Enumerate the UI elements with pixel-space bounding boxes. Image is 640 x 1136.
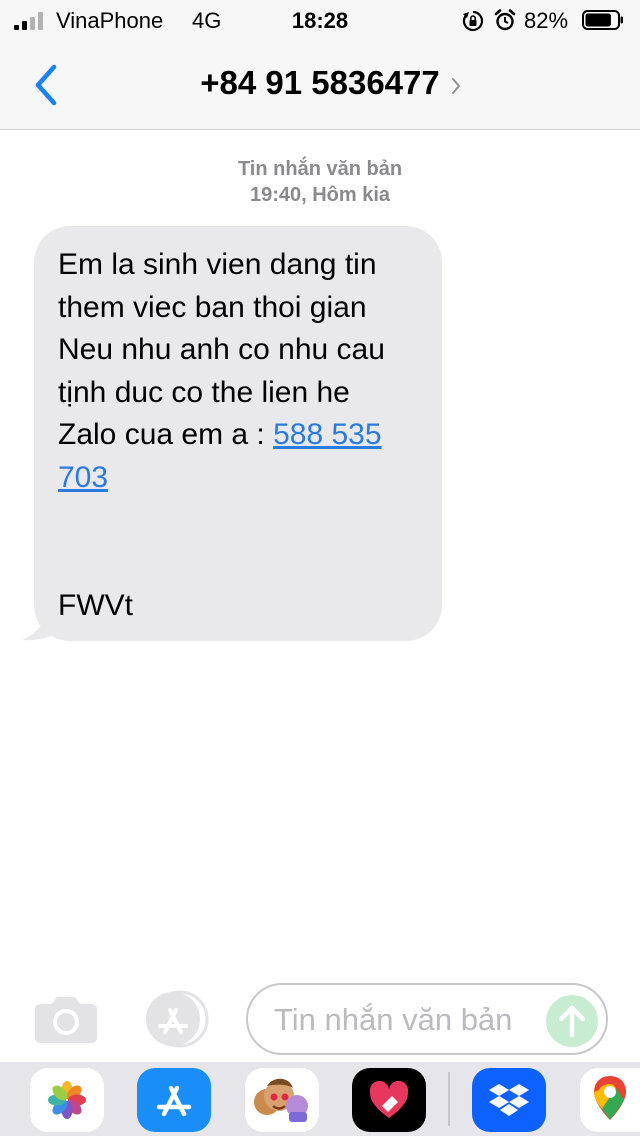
send-arrow-icon [558,1005,586,1038]
google-maps-icon[interactable] [580,1068,640,1132]
send-button[interactable] [546,995,598,1047]
dropbox-icon[interactable] [472,1068,546,1132]
battery-percentage: 82% [524,8,569,33]
message-input-placeholder: Tin nhắn văn bản [274,1002,513,1037]
rotation-lock-icon [462,10,484,32]
camera-icon[interactable] [34,994,98,1044]
message-timestamp: Tin nhắn văn bản 19:40, Hôm kia [0,156,640,208]
conversation-header: +84 91 5836477 [0,40,640,130]
message-text: Em la sinh vien dang tin them viec ban t… [58,244,418,499]
drawer-divider [448,1072,450,1126]
app-store-icon[interactable] [140,990,214,1048]
photos-icon[interactable] [30,1068,104,1132]
memoji-icon[interactable] [245,1068,319,1132]
contact-name[interactable]: +84 91 5836477 [0,64,640,102]
app-store-icon[interactable] [137,1068,211,1132]
digital-touch-icon[interactable] [352,1068,426,1132]
received-message-bubble[interactable]: Em la sinh vien dang tin them viec ban t… [34,226,442,641]
app-drawer [0,1062,640,1136]
status-bar: VinaPhone 4G 18:28 82% [0,0,640,40]
alarm-icon [494,9,516,31]
chevron-right-icon[interactable] [450,76,462,96]
message-input[interactable]: Tin nhắn văn bản [246,983,608,1055]
message-type-label: Tin nhắn văn bản [237,158,403,180]
battery-icon [582,10,623,30]
message-signature: FWVt [58,589,133,622]
message-time-label: 19:40, Hôm kia [249,184,391,206]
